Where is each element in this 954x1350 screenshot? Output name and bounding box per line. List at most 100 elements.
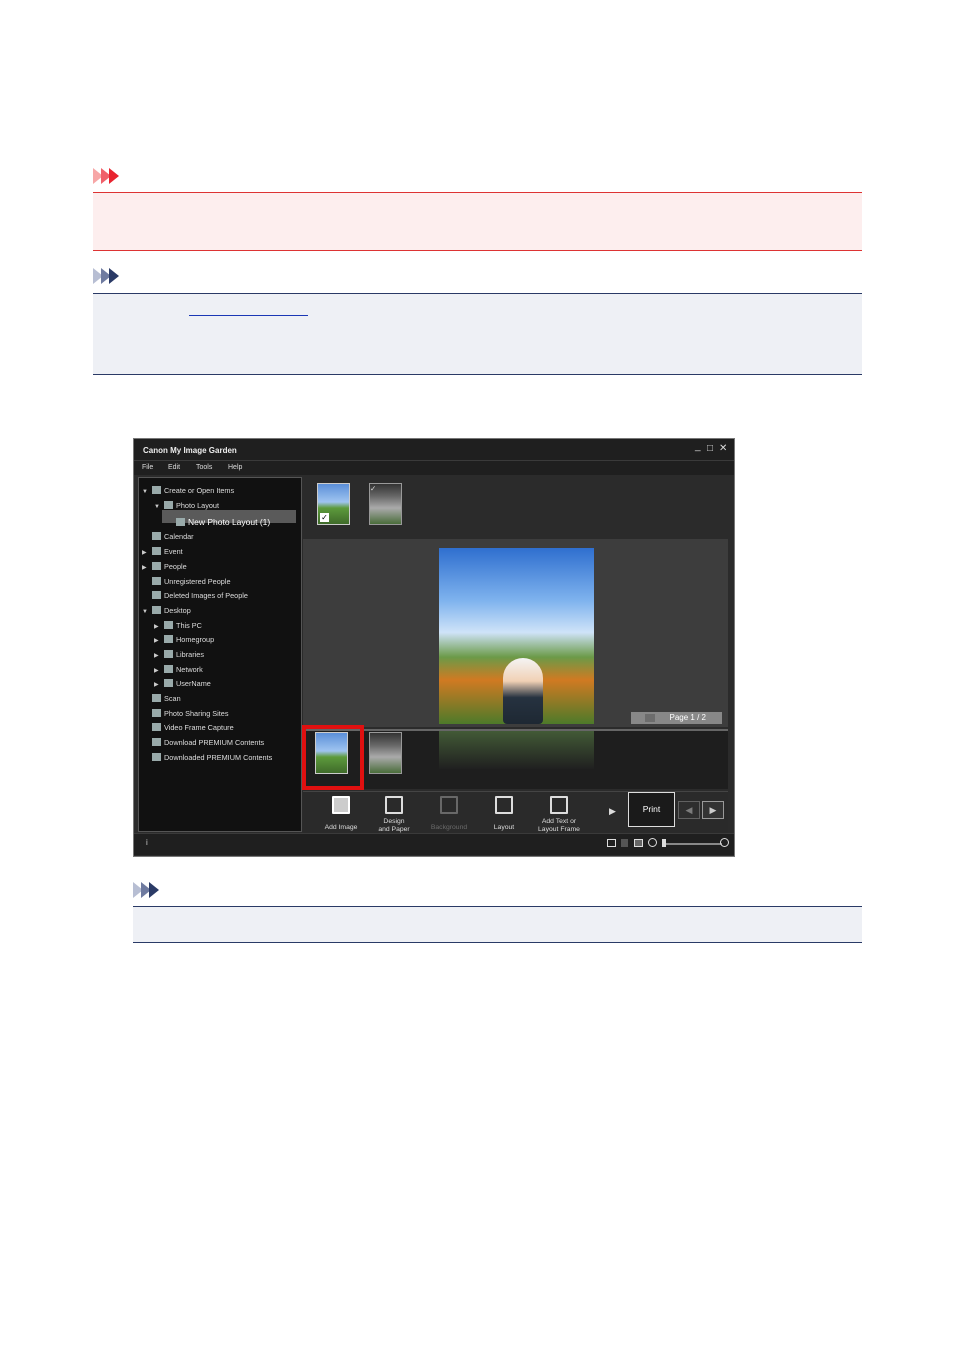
add-image-icon: [332, 796, 350, 814]
fit-view-icon[interactable]: [634, 839, 643, 847]
zoom-in-icon[interactable]: [720, 838, 729, 847]
tree-item-label: Libraries: [176, 650, 204, 659]
tree-expand-arrow-icon[interactable]: ▶: [142, 547, 152, 559]
menu-bar: File Edit Tools Help: [134, 461, 734, 475]
add-image-button[interactable]: Add Image: [313, 792, 369, 834]
status-bar: i: [134, 833, 734, 855]
checkbox-checked-icon[interactable]: ✓: [320, 513, 329, 522]
layout-grid-icon: [176, 518, 185, 526]
next-page-button[interactable]: ▶: [702, 801, 724, 819]
photo-subject: [503, 658, 543, 724]
minimize-icon[interactable]: _: [695, 442, 701, 452]
view-mode-icon[interactable]: [607, 839, 616, 847]
full-view-icon[interactable]: [621, 839, 628, 847]
print-button[interactable]: Print: [628, 792, 675, 827]
tree-item-label: Photo Layout: [176, 501, 220, 510]
tree-item[interactable]: ▶ UserName: [154, 678, 211, 690]
tree-item[interactable]: ▼ Desktop: [142, 605, 191, 617]
desktop-icon: [152, 606, 161, 614]
tree-item-label: Calendar: [164, 532, 194, 541]
menu-edit[interactable]: Edit: [168, 464, 180, 471]
tree-expand-arrow-icon[interactable]: ▶: [142, 562, 152, 574]
menu-help[interactable]: Help: [228, 464, 242, 471]
highlight-frame: [302, 725, 364, 790]
more-tools-arrow-icon[interactable]: ▶: [609, 806, 616, 817]
tree-item-label: Homegroup: [176, 635, 215, 644]
design-paper-icon: [385, 796, 403, 814]
note-box-2: [133, 906, 862, 943]
menu-file[interactable]: File: [142, 464, 153, 471]
note-link-underline[interactable]: [189, 315, 308, 316]
zoom-slider-handle[interactable]: [662, 839, 666, 847]
tree-item[interactable]: Video Frame Capture: [142, 722, 234, 734]
layout-label: Layout: [493, 824, 515, 831]
selected-image-thumb-1[interactable]: ✓: [317, 483, 350, 525]
tree-item-label: Unregistered People: [164, 577, 231, 586]
tree-item[interactable]: ▶ Homegroup: [154, 634, 214, 646]
background-icon: [440, 796, 458, 814]
tree-item[interactable]: ▶ Event: [142, 546, 183, 558]
tree-item[interactable]: ▶ Libraries: [154, 649, 204, 661]
tree-item-label: Create or Open Items: [164, 486, 235, 495]
tree-expand-arrow-icon[interactable]: ▶: [154, 621, 164, 633]
note-chevron-icon-2: [133, 882, 159, 898]
maximize-icon[interactable]: □: [707, 444, 713, 454]
tree-item[interactable]: ▼ Photo Layout: [154, 500, 219, 512]
tree-expand-arrow-icon[interactable]: ▶: [154, 650, 164, 662]
tree-expand-arrow-icon[interactable]: ▶: [154, 679, 164, 691]
prev-page-button[interactable]: ◀: [678, 801, 700, 819]
tree-item-label: Video Frame Capture: [164, 723, 234, 732]
important-chevron-icon: [93, 168, 119, 184]
tree-item[interactable]: ▶ This PC: [154, 620, 202, 632]
info-icon[interactable]: i: [146, 838, 148, 847]
menu-tools[interactable]: Tools: [196, 464, 212, 471]
tree-expand-arrow-icon[interactable]: ▶: [154, 665, 164, 677]
tree-item[interactable]: Scan: [142, 693, 181, 705]
add-text-label: Add Text or Layout Frame: [538, 818, 580, 833]
tree-item[interactable]: Deleted Images of People: [142, 590, 248, 602]
add-text-button[interactable]: Add Text or Layout Frame: [531, 792, 587, 834]
tree-item[interactable]: Download PREMIUM Contents: [142, 737, 264, 749]
create-icon: [152, 486, 161, 494]
tree-item[interactable]: ▶ People: [142, 561, 187, 573]
video-capture-icon: [152, 723, 161, 731]
download-premium-icon: [152, 738, 161, 746]
tree-expand-arrow-icon[interactable]: ▼: [142, 486, 152, 498]
tree-item[interactable]: ▼ Create or Open Items: [142, 485, 234, 497]
tree-item-label: Photo Sharing Sites: [164, 709, 229, 718]
tree-item-label: Scan: [164, 694, 181, 703]
tree-item-label: Network: [176, 665, 203, 674]
tree-item[interactable]: New Photo Layout (1): [166, 516, 270, 528]
photo-layout-icon: [164, 501, 173, 509]
add-text-icon: [550, 796, 568, 814]
window-title: Canon My Image Garden: [143, 446, 237, 455]
selected-image-thumb-2[interactable]: ✓: [369, 483, 402, 525]
scan-icon: [152, 694, 161, 702]
tree-item-label: This PC: [176, 621, 202, 630]
background-label: Background: [430, 824, 468, 831]
tree-item-label: Downloaded PREMIUM Contents: [164, 753, 273, 762]
tree-item[interactable]: Unregistered People: [142, 576, 231, 588]
background-button[interactable]: Background: [421, 792, 477, 834]
close-icon[interactable]: ✕: [719, 444, 727, 454]
zoom-slider[interactable]: [662, 843, 722, 845]
tree-item[interactable]: Downloaded PREMIUM Contents: [142, 752, 272, 764]
tree-item[interactable]: Photo Sharing Sites: [142, 708, 229, 720]
zoom-out-icon[interactable]: [648, 838, 657, 847]
tree-item[interactable]: Calendar: [142, 531, 194, 543]
tree-expand-arrow-icon[interactable]: ▶: [154, 635, 164, 647]
libraries-icon: [164, 650, 173, 658]
homegroup-icon: [164, 635, 173, 643]
network-icon: [164, 665, 173, 673]
tree-item-label: Desktop: [164, 606, 191, 615]
tree-expand-arrow-icon[interactable]: ▼: [154, 501, 164, 513]
checkbox-checked-icon[interactable]: ✓: [370, 484, 401, 493]
deleted-people-icon: [152, 591, 161, 599]
tree-item[interactable]: ▶ Network: [154, 664, 203, 676]
layout-button[interactable]: Layout: [476, 792, 532, 834]
downloaded-premium-icon: [152, 753, 161, 761]
page-thumb-2[interactable]: [369, 732, 402, 774]
tree-expand-arrow-icon[interactable]: ▼: [142, 606, 152, 618]
design-and-paper-button[interactable]: Design and Paper: [366, 792, 422, 834]
layout-photo[interactable]: [439, 548, 594, 724]
